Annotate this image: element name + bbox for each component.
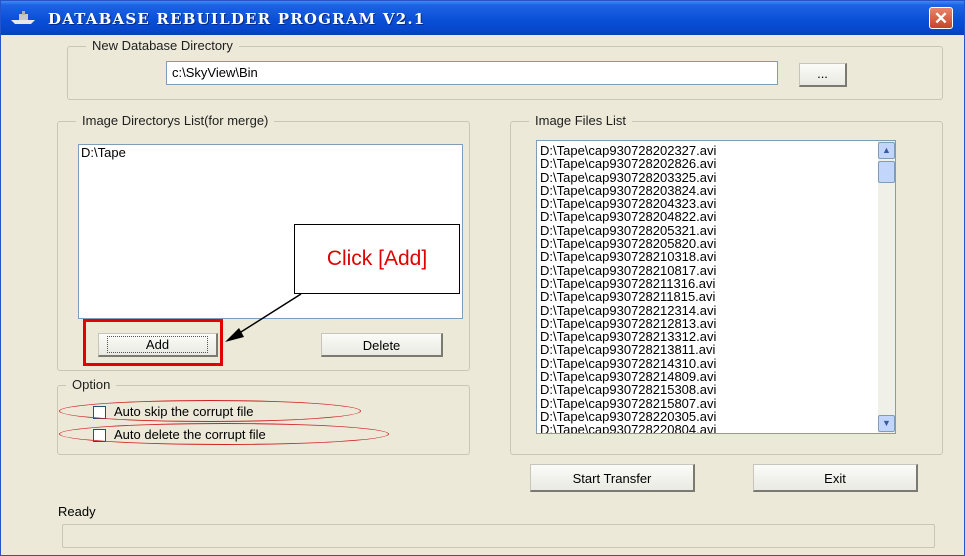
delete-button-label: Delete (362, 338, 401, 353)
browse-button-label: ... (817, 66, 828, 81)
annotation-callout: Click [Add] (294, 224, 460, 294)
list-item[interactable]: D:\Tape\cap930728215807.avi (540, 396, 895, 410)
scroll-up-arrow-icon[interactable]: ▲ (878, 142, 895, 159)
start-transfer-label: Start Transfer (572, 471, 652, 486)
image-directorys-legend: Image Directorys List(for merge) (76, 113, 275, 128)
list-item[interactable]: D:\Tape\cap930728210318.avi (540, 250, 895, 264)
list-item[interactable]: D:\Tape\cap930728204822.avi (540, 210, 895, 224)
image-files-scrollbar[interactable]: ▲ ▼ (878, 141, 895, 433)
annotation-ellipse-skip (59, 400, 361, 422)
list-item[interactable]: D:\Tape\cap930728212813.avi (540, 317, 895, 331)
title-bar[interactable]: DATABASE REBUILDER PROGRAM V2.1 ✕ (1, 1, 964, 35)
list-item[interactable]: D:\Tape\cap930728205321.avi (540, 223, 895, 237)
list-item[interactable]: D:\Tape\cap930728215308.avi (540, 383, 895, 397)
app-window: DATABASE REBUILDER PROGRAM V2.1 ✕ New Da… (0, 0, 965, 556)
list-item[interactable]: D:\Tape\cap930728210817.avi (540, 263, 895, 277)
ship-icon (11, 11, 35, 24)
list-item[interactable]: D:\Tape\cap930728211815.avi (540, 290, 895, 304)
exit-button[interactable]: Exit (753, 464, 918, 492)
window-title: DATABASE REBUILDER PROGRAM V2.1 (48, 10, 426, 28)
list-item[interactable]: D:\Tape\cap930728213312.avi (540, 330, 895, 344)
list-item[interactable]: D:\Tape\cap930728203824.avi (540, 184, 895, 198)
option-legend: Option (66, 377, 117, 392)
list-item[interactable]: D:\Tape\cap930728214809.avi (540, 370, 895, 384)
browse-button[interactable]: ... (799, 63, 847, 87)
status-text: Ready (58, 504, 96, 519)
close-icon: ✕ (933, 9, 949, 28)
list-item[interactable]: D:\Tape\cap930728203325.avi (540, 170, 895, 184)
list-item[interactable]: D:\Tape\cap930728220305.avi (540, 410, 895, 424)
add-button-highlight (83, 319, 223, 366)
start-transfer-button[interactable]: Start Transfer (530, 464, 695, 492)
annotation-ellipse-delete (59, 423, 389, 445)
database-directory-input[interactable]: c:\SkyView\Bin (166, 61, 778, 85)
image-files-legend: Image Files List (529, 113, 633, 128)
close-button[interactable]: ✕ (929, 7, 953, 29)
list-item[interactable]: D:\Tape\cap930728202327.avi (540, 144, 895, 158)
exit-button-label: Exit (824, 471, 846, 486)
list-item[interactable]: D:\Tape\cap930728211316.avi (540, 277, 895, 291)
scroll-thumb[interactable] (878, 161, 895, 183)
scroll-down-arrow-icon[interactable]: ▼ (878, 415, 895, 432)
new-database-directory-legend: New Database Directory (86, 38, 239, 53)
list-item[interactable]: D:\Tape\cap930728220804.avi (540, 423, 895, 433)
image-files-listbox[interactable]: D:\Tape\cap930728202327.avi D:\Tape\cap93… (536, 140, 896, 434)
delete-button[interactable]: Delete (321, 333, 443, 357)
list-item[interactable]: D:\Tape\cap930728202826.avi (540, 157, 895, 171)
list-item[interactable]: D:\Tape\cap930728212314.avi (540, 303, 895, 317)
list-item[interactable]: D:\Tape (81, 146, 462, 160)
list-item[interactable]: D:\Tape\cap930728205820.avi (540, 237, 895, 251)
status-bar (62, 524, 935, 548)
image-files-items: D:\Tape\cap930728202327.avi D:\Tape\cap93… (540, 144, 895, 433)
list-item[interactable]: D:\Tape\cap930728214310.avi (540, 356, 895, 370)
list-item[interactable]: D:\Tape\cap930728204323.avi (540, 197, 895, 211)
list-item[interactable]: D:\Tape\cap930728213811.avi (540, 343, 895, 357)
